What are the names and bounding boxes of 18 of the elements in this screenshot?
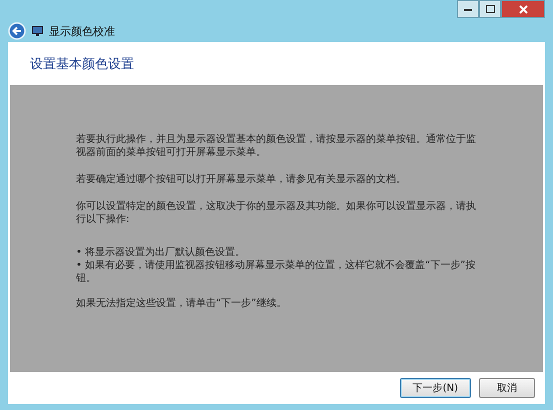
minimize-icon (464, 8, 472, 10)
cancel-button[interactable]: 取消 (479, 378, 535, 398)
maximize-icon (486, 5, 494, 13)
instruction-text: 若要执行此操作，并且为显示器设置基本的颜色设置，请按显示器的菜单按钮。通常位于监视器前面的菜单按钮可打开屏幕显示菜单。 (76, 133, 477, 159)
back-icon[interactable] (8, 22, 26, 40)
page-heading: 设置基本颜色设置 (29, 56, 135, 74)
instruction-text: 若要确定通过哪个按钮可以打开屏幕显示菜单，请参见有关显示器的文档。 (76, 173, 407, 186)
monitor-icon (32, 26, 43, 36)
close-button[interactable] (501, 0, 545, 18)
close-icon (518, 4, 528, 14)
minimize-button[interactable] (457, 0, 479, 18)
maximize-button[interactable] (479, 0, 501, 18)
window-title: 显示颜色校准 (49, 24, 115, 38)
next-button[interactable]: 下一步(N) (400, 378, 471, 398)
bullet-item: • 如果有必要，请使用监视器按钮移动屏幕显示菜单的位置，这样它就不会覆盖“下一步”按钮。 (76, 259, 476, 285)
bullet-item: • 将显示器设置为出厂默认颜色设置。 (76, 246, 246, 259)
instruction-text: 如果无法指定这些设置，请单击“下一步”继续。 (76, 297, 288, 310)
instruction-text: 你可以设置特定的颜色设置，这取决于你的显示器及其功能。如果你可以设置显示器，请执行以下操作: (76, 200, 477, 226)
